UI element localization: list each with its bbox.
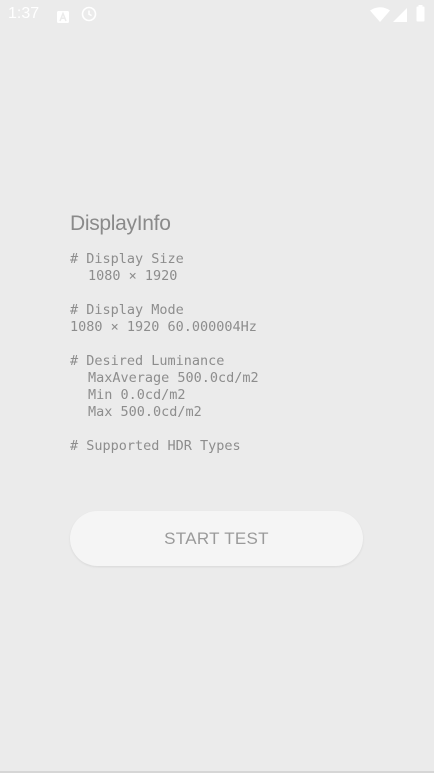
battery-icon — [416, 5, 425, 26]
display-size-header: # Display Size — [70, 251, 184, 267]
display-size-value: 1080 × 1920 — [88, 268, 178, 284]
wifi-icon — [370, 7, 390, 26]
display-info-text: # Display Size 1080 × 1920 # Display Mod… — [70, 251, 370, 455]
max-luminance-value: Max 500.0cd/m2 — [88, 404, 202, 420]
page-title: DisplayInfo — [70, 212, 171, 235]
display-info-panel: DisplayInfo # Display Size 1080 × 1920 #… — [70, 208, 370, 472]
max-average-value: MaxAverage 500.0cd/m2 — [88, 370, 259, 386]
start-test-button[interactable]: START TEST — [70, 511, 363, 566]
display-mode-section: # Display Mode 1080 × 1920 60.000004Hz — [70, 302, 370, 336]
min-luminance-value: Min 0.0cd/m2 — [88, 387, 186, 403]
status-bar: 1:37 — [0, 0, 434, 30]
display-mode-value: 1080 × 1920 60.000004Hz — [70, 319, 257, 335]
hdr-section: # Supported HDR Types — [70, 438, 370, 455]
clock-icon — [81, 6, 97, 26]
a-notification-icon — [57, 8, 69, 27]
luminance-header: # Desired Luminance — [70, 353, 225, 369]
hdr-types-header: # Supported HDR Types — [70, 438, 241, 454]
signal-icon — [393, 7, 407, 26]
status-time: 1:37 — [8, 5, 40, 22]
display-mode-header: # Display Mode — [70, 302, 184, 318]
display-size-section: # Display Size 1080 × 1920 — [70, 251, 370, 285]
luminance-section: # Desired Luminance MaxAverage 500.0cd/m… — [70, 353, 370, 421]
